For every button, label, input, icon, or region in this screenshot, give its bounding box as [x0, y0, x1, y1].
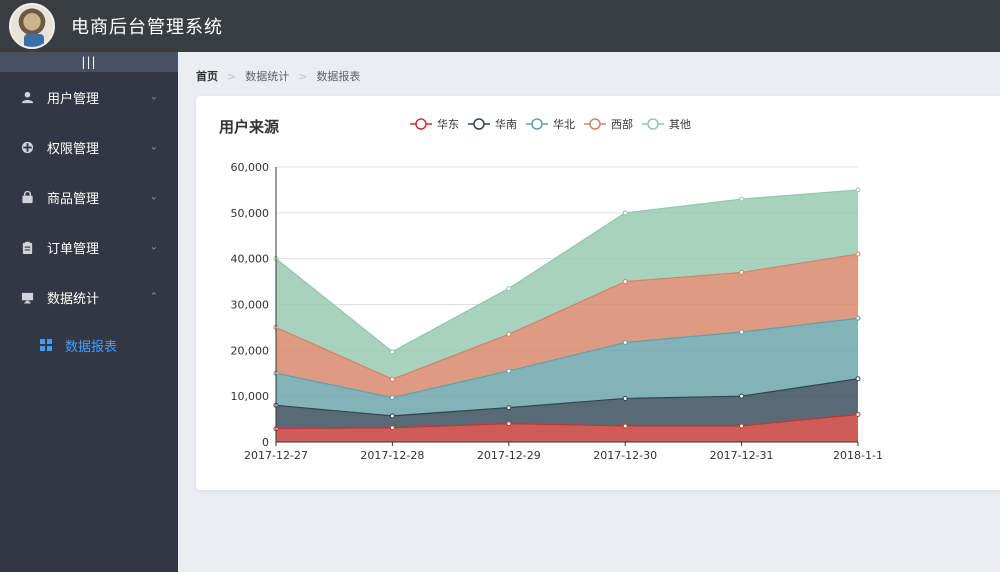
x-tick-label: 2017-12-28 — [360, 449, 424, 462]
data-point — [739, 196, 745, 202]
x-tick-label: 2017-12-29 — [477, 449, 541, 462]
chevron-down-icon: ⌄ — [149, 191, 158, 203]
x-tick-label: 2017-12-31 — [710, 449, 774, 462]
x-tick-label: 2017-12-27 — [244, 449, 308, 462]
sidebar-item-label: 订单管理 — [47, 241, 100, 257]
data-point — [855, 315, 861, 321]
data-point — [739, 393, 745, 399]
data-point — [389, 425, 395, 431]
data-point — [506, 331, 512, 337]
logo-avatar — [9, 3, 55, 49]
monitor-icon — [20, 290, 34, 304]
y-tick-label: 10,000 — [231, 390, 270, 403]
sidebar-item-label: 商品管理 — [47, 191, 100, 207]
legend-marker — [589, 118, 601, 130]
sidebar-item-orders[interactable]: 订单管理 ⌄ — [0, 222, 178, 272]
y-tick-label: 60,000 — [231, 161, 270, 174]
data-point — [855, 187, 861, 193]
grid-icon — [40, 339, 52, 351]
chevron-down-icon: ⌄ — [149, 91, 158, 103]
y-tick-label: 0 — [262, 436, 269, 449]
bag-icon — [20, 190, 34, 204]
legend-label: 其他 — [669, 118, 691, 131]
y-tick-label: 20,000 — [231, 344, 270, 357]
data-point — [506, 368, 512, 374]
chart-title: 用户来源 — [219, 118, 279, 136]
breadcrumb-item: 数据报表 — [316, 70, 361, 83]
submenu-item-data-report[interactable]: 数据报表 — [0, 322, 178, 368]
y-tick-label: 30,000 — [231, 299, 270, 312]
data-point — [622, 210, 628, 216]
chevron-right-icon: > — [227, 69, 237, 83]
y-tick-label: 40,000 — [231, 253, 270, 266]
data-point — [622, 423, 628, 429]
y-tick-label: 50,000 — [231, 207, 270, 220]
legend-label: 华东 — [437, 117, 459, 131]
x-tick-label: 2018-1-1 — [833, 449, 883, 462]
legend-label: 西部 — [611, 117, 633, 131]
submenu-item-label: 数据报表 — [65, 339, 118, 355]
data-point — [389, 395, 395, 401]
sidebar-item-users[interactable]: 用户管理 ⌄ — [0, 72, 178, 122]
legend-marker — [415, 118, 427, 130]
breadcrumb: 首页 > 数据统计 > 数据报表 — [196, 68, 360, 84]
data-point — [506, 285, 512, 291]
sidebar-item-label: 数据统计 — [47, 291, 100, 307]
sidebar-toggle-button[interactable]: ||| — [0, 52, 178, 72]
chevron-down-icon: ⌄ — [149, 141, 158, 153]
data-point — [855, 376, 861, 382]
chevron-down-icon: ⌄ — [149, 241, 158, 253]
legend-marker — [473, 118, 485, 130]
legend-marker — [647, 118, 659, 130]
chevron-right-icon: > — [298, 69, 308, 83]
breadcrumb-item: 数据统计 — [245, 70, 290, 83]
data-point — [389, 376, 395, 382]
user-source-chart: 用户来源 0 10,000 20,000 30,000 40,000 50,000 60,00… — [219, 117, 883, 462]
user-icon — [20, 90, 34, 104]
data-point — [506, 421, 512, 427]
app-header: 电商后台管理系统 — [0, 0, 1000, 52]
sidebar-item-products[interactable]: 商品管理 ⌄ — [0, 172, 178, 222]
data-point — [855, 251, 861, 257]
data-point — [506, 405, 512, 411]
data-point — [622, 395, 628, 401]
data-point — [622, 279, 628, 285]
app-title: 电商后台管理系统 — [71, 17, 223, 38]
legend-label: 华南 — [495, 117, 517, 131]
data-point — [739, 329, 745, 335]
data-point — [389, 413, 395, 419]
data-point — [739, 269, 745, 275]
data-point — [389, 349, 395, 355]
permission-icon — [20, 140, 34, 154]
data-point — [739, 423, 745, 429]
sidebar-item-permissions[interactable]: 权限管理 ⌄ — [0, 122, 178, 172]
legend-label: 华北 — [553, 117, 575, 131]
data-point — [855, 412, 861, 417]
chart-card: 用户来源 0 10,000 20,000 30,000 40,000 50,000 60,00… — [196, 96, 1000, 490]
data-point — [622, 340, 628, 346]
sidebar: ||| 用户管理 ⌄ 权限管理 ⌄ 商品管理 ⌄ 订单管理 ⌄ 数据统计 ⌃ 数… — [0, 52, 178, 572]
clipboard-icon — [20, 240, 34, 254]
chevron-up-icon: ⌃ — [149, 291, 158, 303]
legend-marker — [531, 118, 543, 130]
breadcrumb-home-link[interactable]: 首页 — [196, 68, 218, 84]
sidebar-item-label: 用户管理 — [47, 91, 100, 107]
x-tick-label: 2017-12-30 — [593, 449, 657, 462]
sidebar-item-label: 权限管理 — [47, 141, 100, 157]
sidebar-item-statistics[interactable]: 数据统计 ⌃ — [0, 272, 178, 322]
